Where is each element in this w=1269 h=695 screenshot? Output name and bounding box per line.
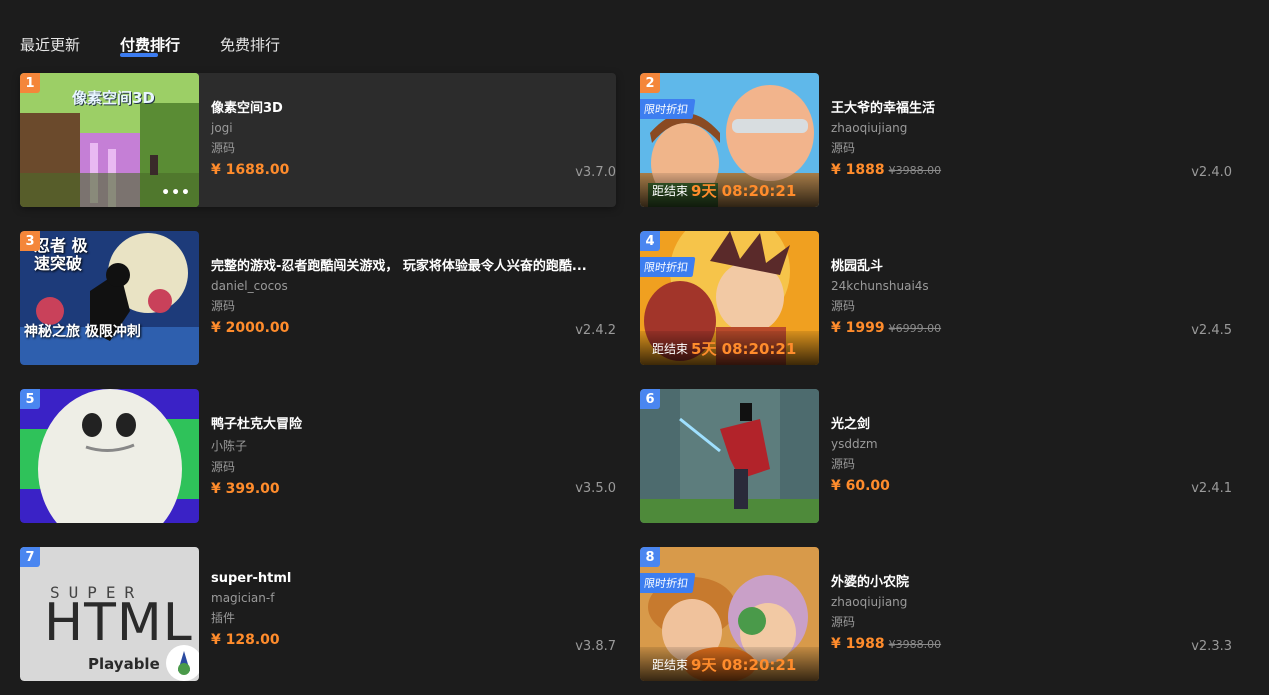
product-thumbnail[interactable]: SUPER HTML Playable 7 <box>20 547 199 681</box>
product-thumbnail[interactable]: 像素空间3D 1 ••• <box>20 73 199 207</box>
product-price: ¥ 399.00 <box>211 481 280 497</box>
product-author[interactable]: zhaoqiujiang <box>831 121 1236 135</box>
rank-badge: 2 <box>640 73 660 93</box>
countdown-label: 距结束 <box>652 341 689 356</box>
rank-badge: 8 <box>640 547 660 567</box>
product-title[interactable]: 外婆的小农院 <box>831 571 1233 590</box>
product-author[interactable]: 24kchunshuai4s <box>831 279 1236 293</box>
countdown-time: 5天 08:20:21 <box>691 339 797 358</box>
rank-badge: 7 <box>20 547 40 567</box>
product-thumbnail[interactable]: 6 <box>640 389 819 523</box>
product-title[interactable]: 像素空间3D <box>211 97 613 116</box>
product-thumbnail[interactable]: 2 限时折扣 距结束 9天 08:20:21 <box>640 73 819 207</box>
thumbnail-playable-text: Playable <box>88 655 160 673</box>
rank-badge: 5 <box>20 389 40 409</box>
product-thumbnail[interactable]: 8 限时折扣 距结束 9天 08:20:21 <box>640 547 819 681</box>
product-version: v3.5.0 <box>575 481 616 496</box>
product-card-3[interactable]: 忍者 极速突破 神秘之旅 极限冲刺 3 完整的游戏-忍者跑酷闯关游戏， 玩家将体… <box>20 231 616 365</box>
tab-free-ranking[interactable]: 免费排行 <box>220 34 280 55</box>
product-card-7[interactable]: SUPER HTML Playable 7 super-html magicia… <box>20 547 616 681</box>
product-card-4[interactable]: 4 限时折扣 距结束 5天 08:20:21 桃园乱斗 24kchunshuai… <box>640 231 1236 365</box>
product-card-5[interactable]: 5 鸭子杜克大冒险 小陈子 源码 ¥ 399.00 v3.5.0 <box>20 389 616 523</box>
original-price: ¥3988.00 <box>888 638 942 651</box>
product-type: 源码 <box>211 460 236 474</box>
product-type: 源码 <box>211 141 236 155</box>
rank-badge: 1 <box>20 73 40 93</box>
product-price: ¥ 60.00 <box>831 478 890 494</box>
sort-tabs: 最近更新 付费排行 免费排行 <box>20 34 280 57</box>
countdown-time: 9天 08:20:21 <box>691 181 797 200</box>
product-type: 源码 <box>211 299 236 313</box>
discount-badge: 限时折扣 <box>640 99 696 119</box>
discount-countdown: 距结束 5天 08:20:21 <box>640 331 819 365</box>
discount-countdown: 距结束 9天 08:20:21 <box>640 173 819 207</box>
countdown-label: 距结束 <box>652 183 689 198</box>
product-title[interactable]: 桃园乱斗 <box>831 255 1233 274</box>
product-author[interactable]: ysddzm <box>831 437 1236 451</box>
product-price: ¥ 1688.00 <box>211 162 290 178</box>
original-price: ¥3988.00 <box>888 164 942 177</box>
original-price: ¥6999.00 <box>888 322 942 335</box>
product-card-2[interactable]: 2 限时折扣 距结束 9天 08:20:21 王大爷的幸福生活 zhaoqiuj… <box>640 73 1236 207</box>
product-type: 插件 <box>211 611 236 625</box>
product-price: ¥ 2000.00 <box>211 320 290 336</box>
rank-badge: 3 <box>20 231 40 251</box>
product-type: 源码 <box>831 141 856 155</box>
product-version: v3.8.7 <box>575 639 616 654</box>
product-version: v2.3.3 <box>1191 639 1232 654</box>
product-card-1[interactable]: 像素空间3D 1 ••• 像素空间3D jogi 源码 ¥ 1688.00 v3… <box>20 73 616 207</box>
thumbnail-title-top: 忍者 极速突破 <box>34 236 88 273</box>
thumbnail-html-text: HTML <box>44 593 193 653</box>
product-version: v2.4.5 <box>1191 323 1232 338</box>
product-price: ¥ 1988 <box>831 636 885 652</box>
product-type: 源码 <box>831 615 856 629</box>
rank-badge: 6 <box>640 389 660 409</box>
product-version: v2.4.2 <box>575 323 616 338</box>
product-card-6[interactable]: 6 光之剑 ysddzm 源码 ¥ 60.00 v2.4.1 <box>640 389 1236 523</box>
product-title[interactable]: 王大爷的幸福生活 <box>831 97 1233 116</box>
product-version: v2.4.0 <box>1191 165 1232 180</box>
product-title[interactable]: 完整的游戏-忍者跑酷闯关游戏， 玩家将体验最令人兴奋的跑酷... <box>211 255 613 274</box>
tab-paid-ranking[interactable]: 付费排行 <box>120 34 180 57</box>
product-author[interactable]: magician-f <box>211 591 616 605</box>
thumbnail-title-text: 像素空间3D <box>72 89 155 107</box>
product-author[interactable]: daniel_cocos <box>211 279 616 293</box>
product-price: ¥ 1888 <box>831 162 885 178</box>
product-thumbnail[interactable]: 4 限时折扣 距结束 5天 08:20:21 <box>640 231 819 365</box>
discount-countdown: 距结束 9天 08:20:21 <box>640 647 819 681</box>
product-thumbnail[interactable]: 5 <box>20 389 199 523</box>
product-version: v2.4.1 <box>1191 481 1232 496</box>
product-thumbnail[interactable]: 忍者 极速突破 神秘之旅 极限冲刺 3 <box>20 231 199 365</box>
product-title[interactable]: 鸭子杜克大冒险 <box>211 413 613 432</box>
product-author[interactable]: 小陈子 <box>211 437 616 454</box>
more-dots-icon[interactable]: ••• <box>161 185 191 201</box>
product-title[interactable]: 光之剑 <box>831 413 1233 432</box>
product-type: 源码 <box>831 457 856 471</box>
discount-badge: 限时折扣 <box>640 573 696 593</box>
tab-recent-updates[interactable]: 最近更新 <box>20 34 80 55</box>
wizard-logo-icon <box>166 645 199 681</box>
countdown-time: 9天 08:20:21 <box>691 655 797 674</box>
product-price: ¥ 1999 <box>831 320 885 336</box>
product-type: 源码 <box>831 299 856 313</box>
product-title[interactable]: super-html <box>211 571 613 586</box>
rank-badge: 4 <box>640 231 660 251</box>
thumbnail-title-bottom: 神秘之旅 极限冲刺 <box>24 324 141 340</box>
product-author[interactable]: zhaoqiujiang <box>831 595 1236 609</box>
discount-badge: 限时折扣 <box>640 257 696 277</box>
product-price: ¥ 128.00 <box>211 632 280 648</box>
product-version: v3.7.0 <box>575 165 616 180</box>
product-author[interactable]: jogi <box>211 121 616 135</box>
product-card-8[interactable]: 8 限时折扣 距结束 9天 08:20:21 外婆的小农院 zhaoqiujia… <box>640 547 1236 681</box>
countdown-label: 距结束 <box>652 657 689 672</box>
